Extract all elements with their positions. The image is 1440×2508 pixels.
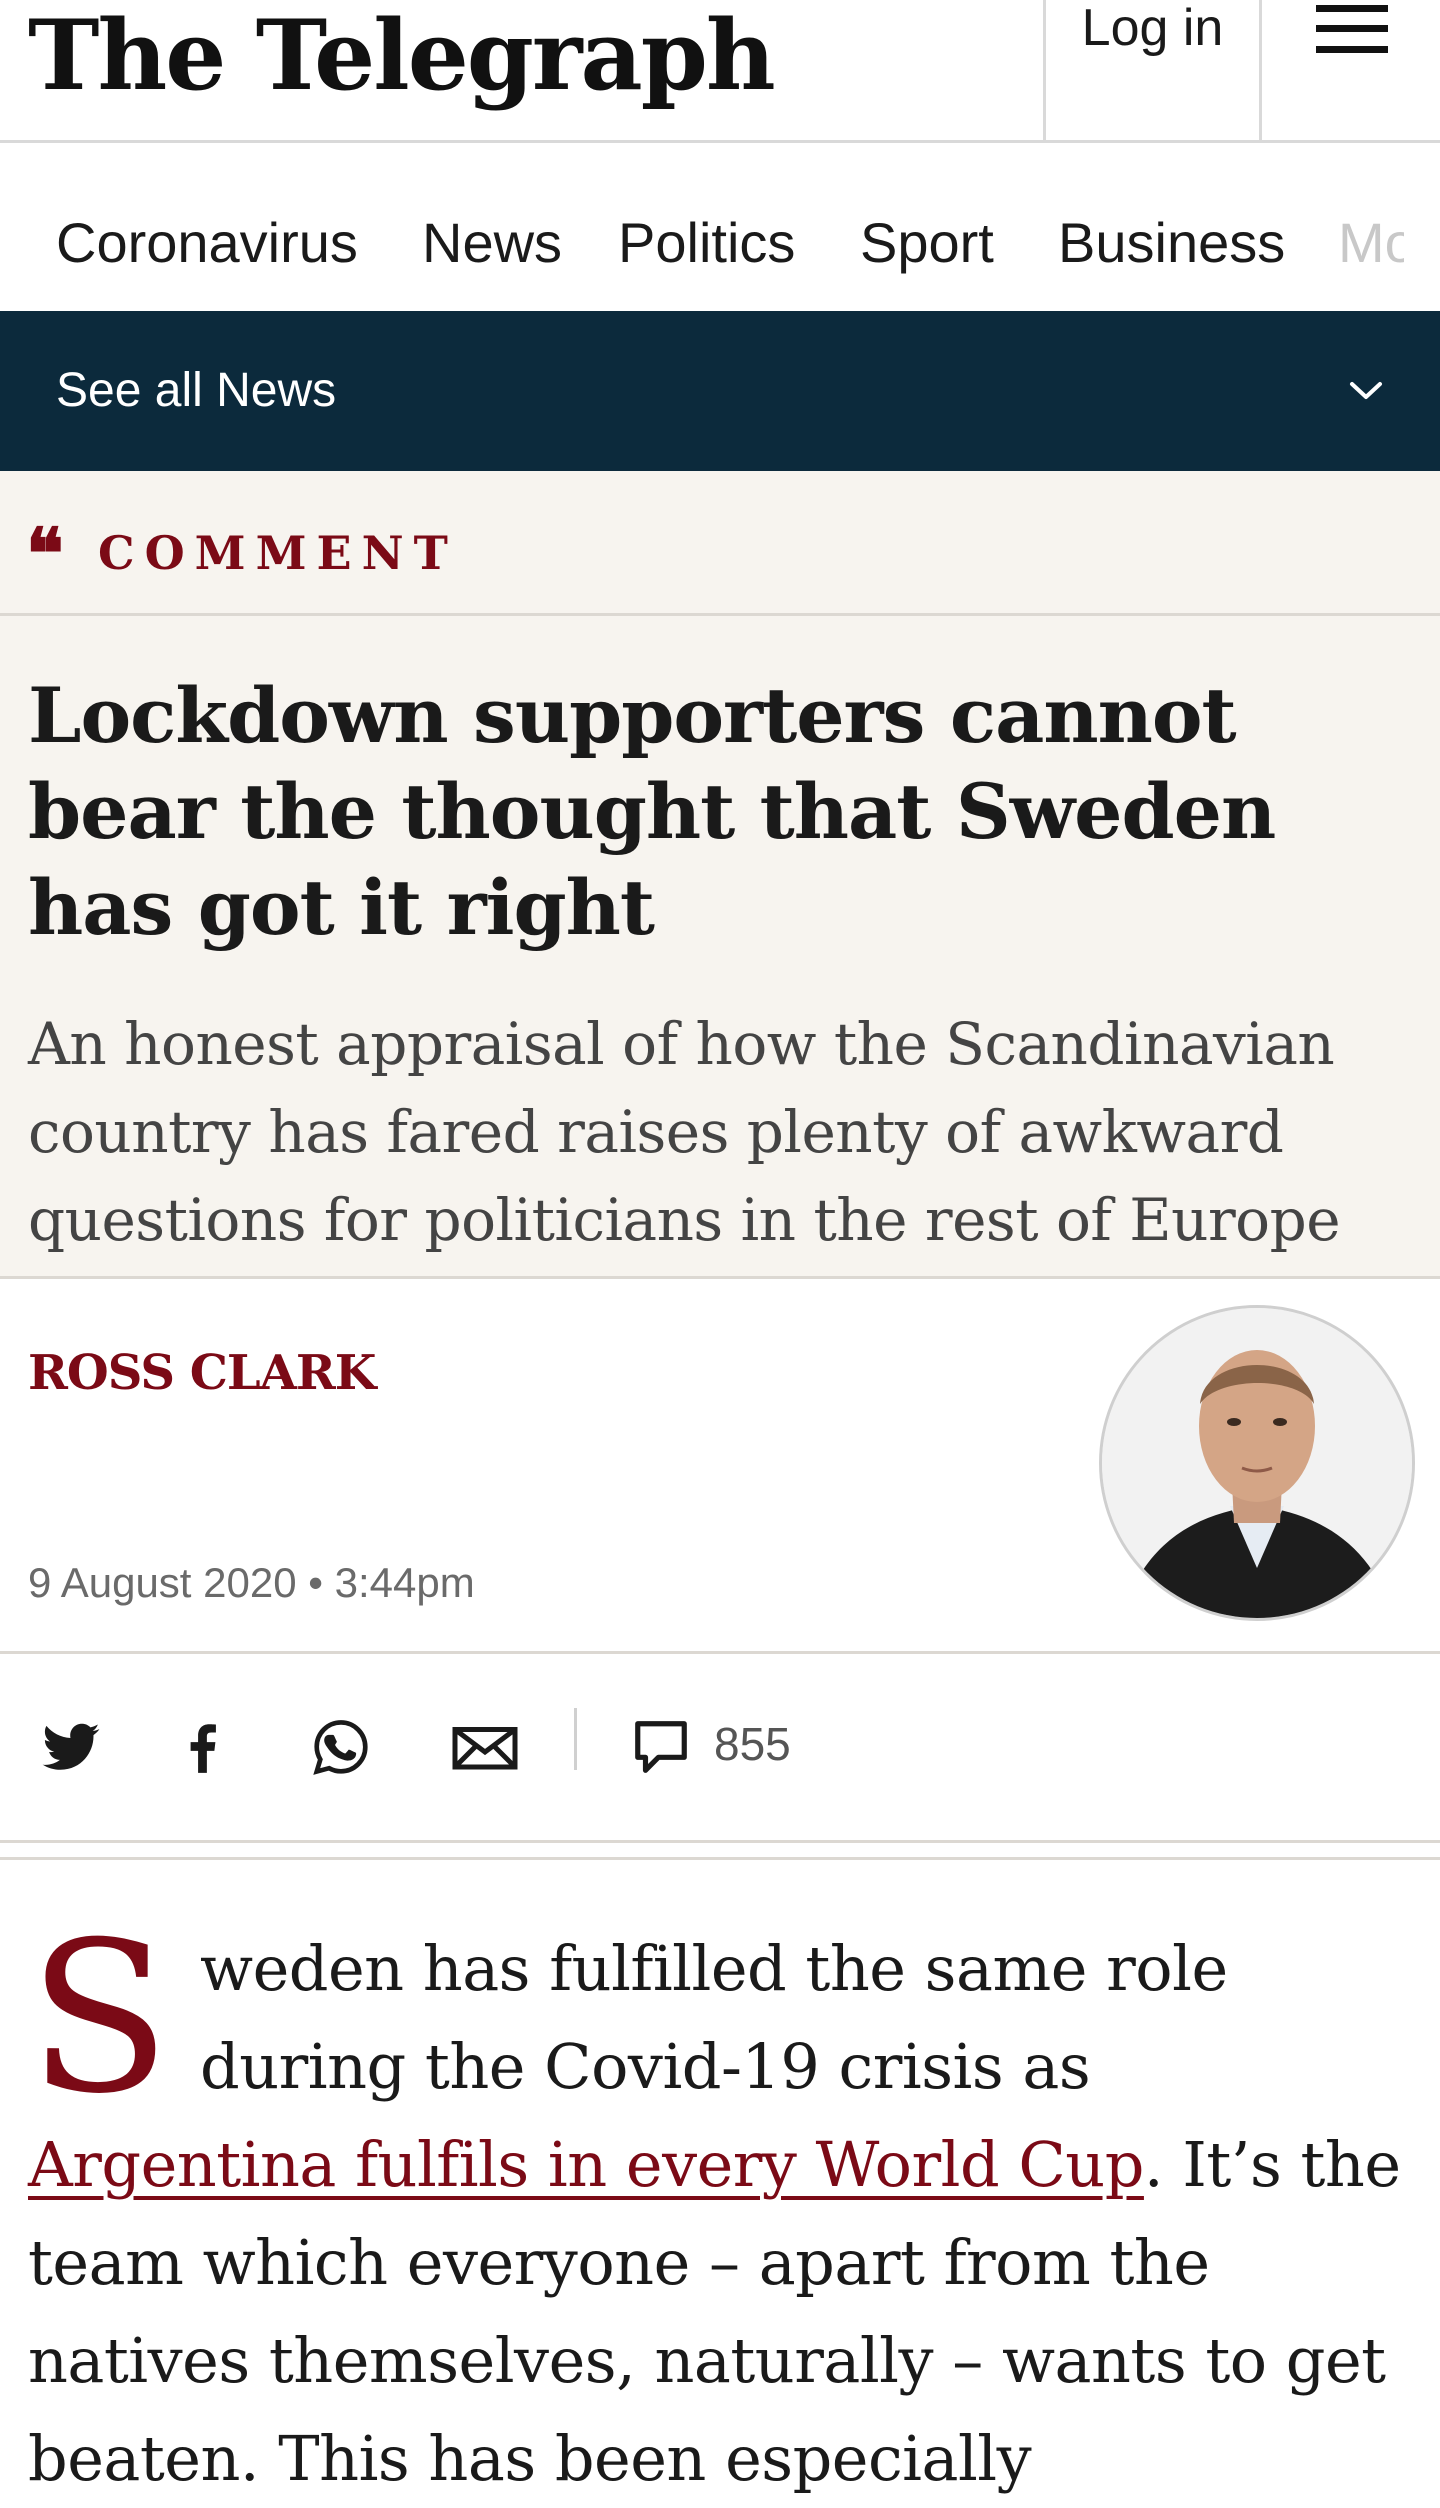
share-divider <box>574 1708 577 1770</box>
tab-business[interactable]: Business <box>1058 211 1285 275</box>
chevron-down-icon[interactable] <box>1348 373 1384 409</box>
paragraph: weden has fulfilled the same role during… <box>28 1920 1412 2508</box>
email-icon[interactable] <box>450 1716 520 1778</box>
top-bar: The Telegraph Log in <box>0 0 1440 143</box>
author-avatar[interactable] <box>1099 1305 1415 1621</box>
article-body: S weden has fulfilled the same role duri… <box>0 1860 1440 2508</box>
author-name[interactable]: ROSS CLARK <box>28 1345 376 1401</box>
see-all-news-label: See all News <box>56 364 337 417</box>
quote-icon: ❝ <box>26 512 64 595</box>
whatsapp-icon[interactable] <box>310 1716 372 1778</box>
share-bar: 855 <box>0 1654 1440 1843</box>
body-text: weden has fulfilled the same role during… <box>200 1932 1228 2103</box>
standfirst: An honest appraisal of how the Scandinav… <box>28 1010 1341 1254</box>
tab-sport[interactable]: Sport <box>860 211 994 275</box>
tab-more[interactable]: Mo <box>1338 211 1404 275</box>
tab-coronavirus[interactable]: Coronavirus <box>56 211 358 275</box>
headline: Lockdown supporters cannot bear the thou… <box>28 671 1276 952</box>
article-header: ❝ COMMENT Lockdown supporters cannot bea… <box>0 471 1440 1276</box>
login-button[interactable]: Log in <box>1043 0 1262 140</box>
twitter-icon[interactable] <box>40 1716 102 1778</box>
publish-date: 9 August 2020 • 3:44pm <box>28 1559 475 1606</box>
see-all-news-bar[interactable]: See all News <box>0 311 1440 471</box>
section-label-row: ❝ COMMENT <box>0 471 1440 616</box>
tab-politics[interactable]: Politics <box>618 211 795 275</box>
facebook-icon[interactable] <box>172 1716 234 1778</box>
hamburger-icon[interactable] <box>1290 0 1440 140</box>
article-link[interactable]: Argentina fulfils in every World Cup <box>28 2128 1144 2201</box>
site-logo[interactable]: The Telegraph <box>28 0 776 116</box>
comment-count[interactable]: 855 <box>714 1718 791 1770</box>
comment-icon[interactable] <box>630 1716 692 1778</box>
section-label[interactable]: COMMENT <box>98 527 458 579</box>
byline: ROSS CLARK 9 August 2020 • 3:44pm <box>0 1276 1440 1654</box>
section-nav: Coronavirus News Politics Sport Business… <box>0 143 1440 323</box>
drop-cap: S <box>28 1898 171 2140</box>
tab-news[interactable]: News <box>422 211 563 323</box>
divider <box>0 1843 1440 1860</box>
